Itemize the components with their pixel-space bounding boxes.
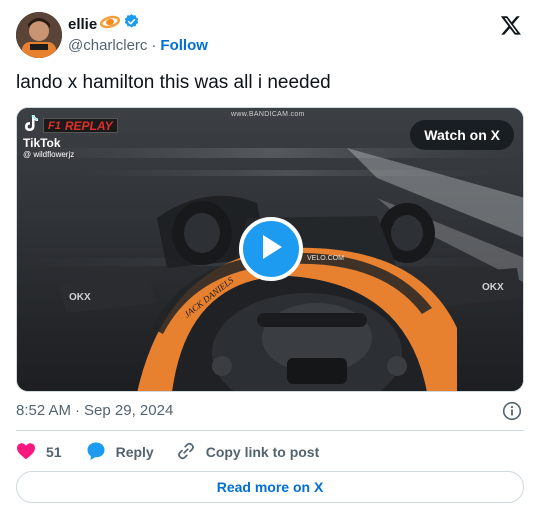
timestamp-separator: · [75, 402, 81, 419]
car-sponsor-left: OKX [69, 292, 91, 303]
play-icon [258, 233, 284, 266]
tweet-time: 8:52 AM [16, 402, 72, 419]
f1-logo-text: F1 [48, 119, 61, 132]
play-button[interactable] [239, 217, 303, 281]
reply-label: Reply [115, 444, 154, 460]
car-sponsor-top: VELO.COM [307, 255, 344, 262]
copy-link-label: Copy link to post [205, 444, 320, 460]
tweet-text: lando x hamilton this was all i needed [16, 72, 331, 93]
tiktok-name: TikTok [23, 136, 61, 150]
replay-text: REPLAY [64, 118, 113, 133]
tiktok-icon [23, 114, 39, 137]
like-button[interactable]: 51 [16, 442, 62, 463]
author-display-name[interactable]: ellie [68, 16, 97, 33]
info-icon[interactable] [502, 401, 522, 421]
avatar[interactable] [16, 12, 62, 58]
reply-button[interactable]: Reply [86, 441, 154, 464]
orange-ring-icon [100, 15, 121, 34]
tweet-actions: 51 Reply Copy link to post [16, 441, 319, 463]
author-name-row: ellie [68, 14, 140, 34]
verified-badge-icon [123, 13, 140, 35]
link-icon [176, 441, 196, 464]
tiktok-username: @ wildflowerjz [23, 150, 75, 159]
f1-replay-label: F1 REPLAY [43, 118, 118, 133]
read-more-button[interactable]: Read more on X [16, 471, 524, 503]
watch-on-x-button[interactable]: Watch on X [410, 120, 514, 150]
tweet-timestamp[interactable]: 8:52 AM · Sep 29, 2024 [16, 401, 173, 421]
tweet-date: Sep 29, 2024 [84, 402, 174, 419]
copy-link-button[interactable]: Copy link to post [176, 441, 320, 464]
heart-icon [16, 442, 36, 463]
handle-separator: · [151, 36, 157, 54]
like-count: 51 [46, 444, 62, 460]
follow-button[interactable]: Follow [160, 37, 208, 54]
tweet-embed-card: ellie @charlclerc · Follow lando x hamil… [0, 0, 540, 518]
recording-watermark: www.BANDICAM.com [231, 111, 305, 118]
car-sponsor-right: OKX [482, 282, 504, 293]
divider [16, 430, 524, 431]
author-handle-row: @charlclerc · Follow [68, 35, 208, 55]
reply-bubble-icon [86, 441, 106, 464]
video-media[interactable]: OKX OKX VELO.COM JACK DANIELS F1 REPLAY … [16, 107, 524, 392]
x-logo-icon[interactable] [500, 14, 522, 36]
author-handle[interactable]: @charlclerc [68, 37, 147, 54]
tiktok-badge: F1 REPLAY TikTok @ wildflowerjz [23, 114, 118, 160]
